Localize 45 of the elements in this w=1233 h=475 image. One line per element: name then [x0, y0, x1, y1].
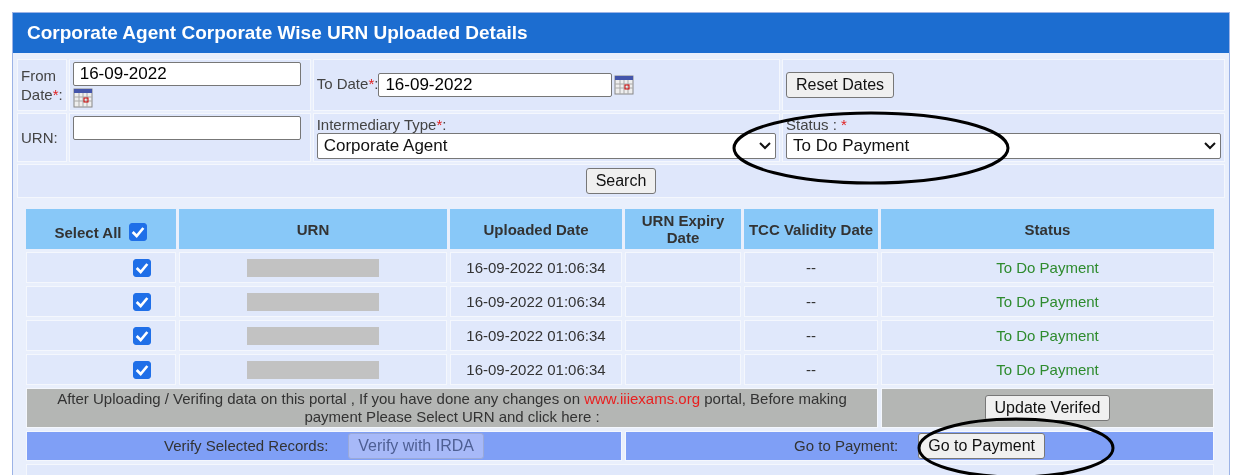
page-title: Corporate Agent Corporate Wise URN Uploaded Details — [13, 13, 1229, 53]
field-label: From Date*: — [21, 67, 63, 103]
table-cell: -- — [806, 361, 816, 378]
chevron-down-icon — [1204, 142, 1216, 150]
calendar-icon[interactable] — [614, 75, 635, 95]
chevron-down-icon — [759, 142, 771, 150]
field-label: To Date*: — [316, 74, 379, 92]
status-text: To Do Payment — [996, 327, 1099, 344]
calendar-icon[interactable] — [72, 88, 93, 108]
table-cell: 16-09-2022 01:06:34 — [466, 293, 606, 310]
status-text: To Do Payment — [996, 293, 1099, 310]
date-field[interactable]: 16-09-2022 — [72, 62, 301, 86]
field-label: Intermediary Type*: — [316, 116, 448, 133]
field-label: Status : * — [786, 116, 848, 133]
status-text: To Do Payment — [996, 259, 1099, 276]
payment-label: Go to Payment: — [794, 437, 899, 454]
status-dropdown[interactable]: To Do Payment — [786, 133, 1221, 159]
update-verified-button[interactable]: Update Verifed — [984, 395, 1111, 421]
go-to-payment-button[interactable]: Go to Payment — [918, 433, 1045, 459]
intermediary-type-dropdown[interactable]: Corporate Agent — [316, 133, 776, 159]
status-text: To Do Payment — [996, 361, 1099, 378]
reset-dates-button[interactable]: Reset Dates — [786, 72, 895, 98]
field-label: URN: — [21, 129, 58, 146]
column-header: Uploaded Date — [483, 220, 589, 238]
table-cell: 16-09-2022 01:06:34 — [466, 259, 606, 276]
table-cell: -- — [806, 293, 816, 310]
row-checkbox[interactable] — [133, 293, 151, 311]
select-all-checkbox[interactable] — [129, 223, 148, 241]
column-header: TCC Validity Date — [748, 220, 874, 238]
date-field[interactable]: 16-09-2022 — [378, 73, 613, 97]
table-cell: -- — [806, 259, 816, 276]
row-checkbox[interactable] — [133, 361, 151, 379]
column-header: URN Expiry Date — [641, 212, 725, 246]
table-cell: 16-09-2022 01:06:34 — [466, 361, 606, 378]
column-header: Status — [1024, 220, 1071, 238]
table-cell: 16-09-2022 01:06:34 — [466, 327, 606, 344]
urn-field[interactable] — [72, 116, 301, 140]
notice-text: After Uploading / Verifing data on this portal , If you have done any changes on www.iiiexams.org portal, Before making payment Please Select URN and click here : — [57, 390, 847, 425]
row-checkbox[interactable] — [133, 327, 151, 345]
table-cell: -- — [806, 327, 816, 344]
column-header: URN — [296, 220, 330, 238]
row-checkbox[interactable] — [133, 259, 151, 277]
column-header: Select All — [54, 223, 122, 241]
verify-label: Verify Selected Records: — [164, 437, 329, 454]
search-button[interactable]: Search — [585, 168, 657, 194]
